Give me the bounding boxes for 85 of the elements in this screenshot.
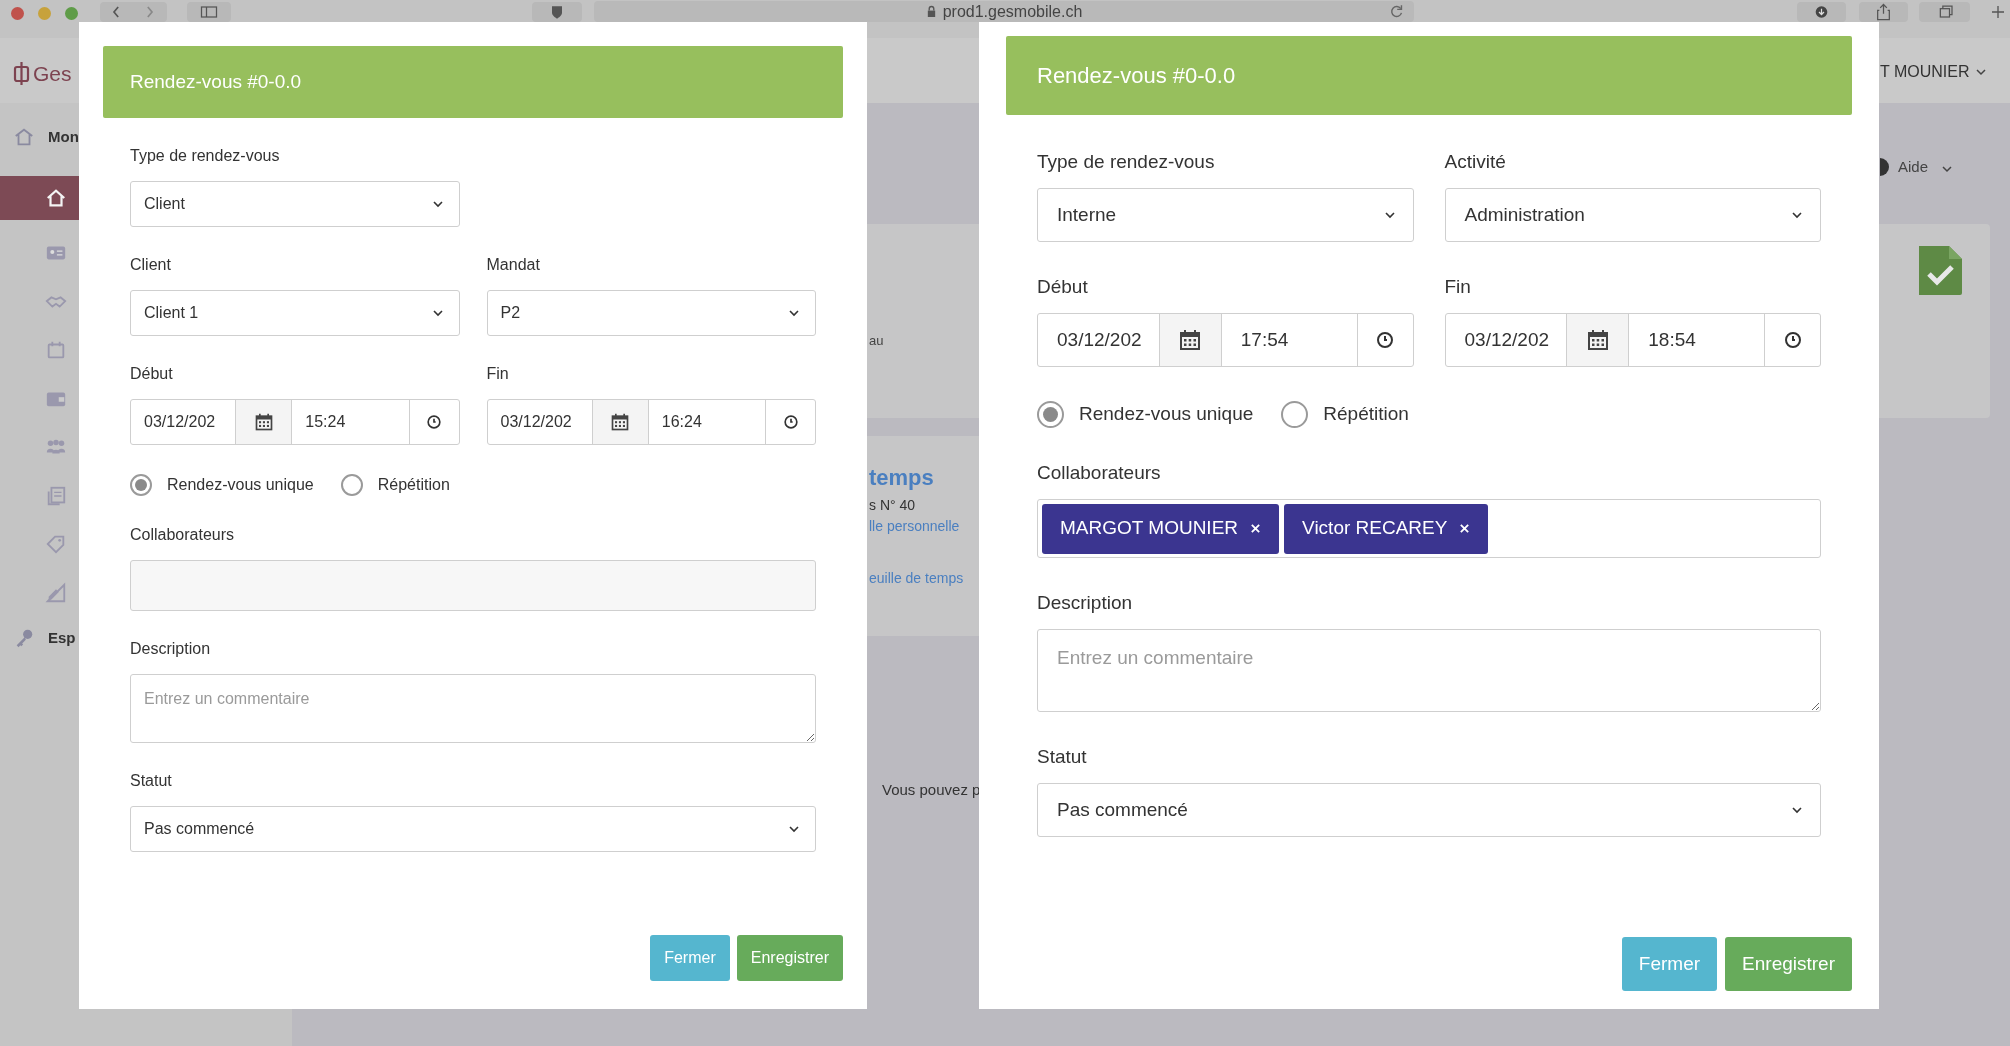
calendar-icon: [1585, 328, 1610, 352]
document-check-icon: [1917, 244, 1964, 296]
logo-icon: [13, 61, 30, 85]
calendar-button[interactable]: [236, 400, 293, 444]
tabs-icon[interactable]: [1919, 2, 1970, 22]
modal-title: Rendez-vous #0-0.0: [103, 46, 843, 118]
user-name[interactable]: T MOUNIER: [1880, 62, 1970, 82]
radio-label[interactable]: Répétition: [377, 473, 450, 497]
field-label: Type de rendez-vous: [130, 146, 281, 166]
tag-input-field[interactable]: [130, 560, 816, 611]
time-field[interactable]: 18:54: [1629, 314, 1765, 366]
select-field[interactable]: P2: [486, 290, 816, 336]
window-control[interactable]: [65, 7, 78, 20]
comment-field[interactable]: Entrez un commentaire: [1037, 629, 1821, 712]
field-label: Statut: [1037, 745, 1088, 769]
window-control[interactable]: [11, 7, 24, 20]
field-label: Description: [130, 639, 212, 659]
tag-input-field[interactable]: MARGOT MOUNIER Victor RECAREY: [1037, 499, 1821, 558]
field-label: Collaborateurs: [130, 525, 236, 545]
field-label: Début: [1037, 275, 1089, 299]
field-label: Mandat: [486, 255, 541, 275]
comment-field[interactable]: Entrez un commentaire: [130, 674, 816, 743]
calendar-icon: [610, 412, 631, 432]
card-title: temps: [869, 464, 934, 492]
pencil-ruler-icon: [45, 581, 67, 604]
time-field[interactable]: 16:24: [648, 400, 766, 444]
time-field[interactable]: 17:54: [1221, 314, 1358, 366]
share-icon[interactable]: [1859, 2, 1908, 22]
radio-button[interactable]: [1281, 400, 1309, 428]
card-text: au: [869, 332, 884, 350]
field-label: Début: [130, 364, 174, 384]
close-icon[interactable]: [1250, 523, 1262, 534]
calendar-button[interactable]: [592, 400, 649, 444]
close-icon[interactable]: [1459, 523, 1471, 534]
calendar-icon: [1178, 328, 1203, 352]
collaborator-tag[interactable]: MARGOT MOUNIER: [1042, 503, 1280, 554]
radio-button[interactable]: [1037, 400, 1064, 428]
select-field[interactable]: Interne: [1037, 188, 1414, 242]
field-label: Type de rendez-vous: [1037, 150, 1216, 174]
calendar-button[interactable]: [1567, 314, 1630, 366]
field-label: Client: [130, 255, 172, 275]
help-menu[interactable]: Aide: [1898, 157, 1929, 177]
calendar-icon: [45, 339, 67, 361]
logo-text: Ges: [33, 61, 72, 87]
radio-label[interactable]: Rendez-vous unique: [1079, 400, 1254, 428]
field-label: Fin: [1444, 275, 1472, 299]
lock-icon: [925, 5, 937, 18]
card-subtitle: s N° 40: [869, 496, 916, 514]
field-label: Fin: [486, 364, 510, 384]
select-field[interactable]: Administration: [1444, 188, 1821, 242]
field-label: Collaborateurs: [1037, 461, 1162, 485]
sidebar-section[interactable]: Esp: [48, 628, 76, 648]
download-icon[interactable]: [1797, 2, 1846, 22]
calendar-icon: [253, 412, 274, 432]
tag-icon: [45, 533, 67, 555]
select-field[interactable]: Client: [130, 181, 460, 227]
shield-icon[interactable]: [532, 2, 582, 22]
new-tab-icon[interactable]: [1990, 4, 2006, 20]
reload-icon[interactable]: [1388, 3, 1405, 20]
calendar-button[interactable]: [1159, 314, 1222, 366]
field-label: Activité: [1444, 150, 1507, 174]
url-text: prod1.gesmobile.ch: [942, 2, 1083, 21]
time-field[interactable]: 15:24: [292, 400, 410, 444]
radio-button[interactable]: [340, 474, 363, 496]
radio-label[interactable]: Rendez-vous unique: [167, 473, 314, 497]
home-icon: [45, 187, 67, 209]
field-label: Statut: [130, 771, 173, 791]
radio-label[interactable]: Répétition: [1323, 400, 1409, 428]
date-field[interactable]: 03/12/202: [487, 400, 593, 444]
chevron-icon[interactable]: [1976, 68, 1986, 76]
chevron-icon[interactable]: [1942, 165, 1952, 173]
select-field[interactable]: Pas commencé: [1037, 783, 1821, 837]
sidebar-section[interactable]: Mon: [48, 127, 79, 147]
radio-button[interactable]: [130, 474, 152, 496]
documents-icon: [45, 484, 67, 507]
home-icon[interactable]: [13, 126, 35, 148]
sidebar-item[interactable]: [0, 176, 79, 220]
modal-title: Rendez-vous #0-0.0: [1006, 36, 1852, 115]
clock-icon: [424, 412, 444, 432]
date-field[interactable]: 03/12/202: [1038, 314, 1160, 366]
select-field[interactable]: Client 1: [130, 290, 460, 336]
sidebar-toggle-icon[interactable]: [187, 2, 231, 22]
select-field[interactable]: Pas commencé: [130, 806, 816, 852]
collaborator-tag[interactable]: Victor RECAREY: [1284, 503, 1489, 554]
field-label: Description: [1037, 591, 1134, 615]
